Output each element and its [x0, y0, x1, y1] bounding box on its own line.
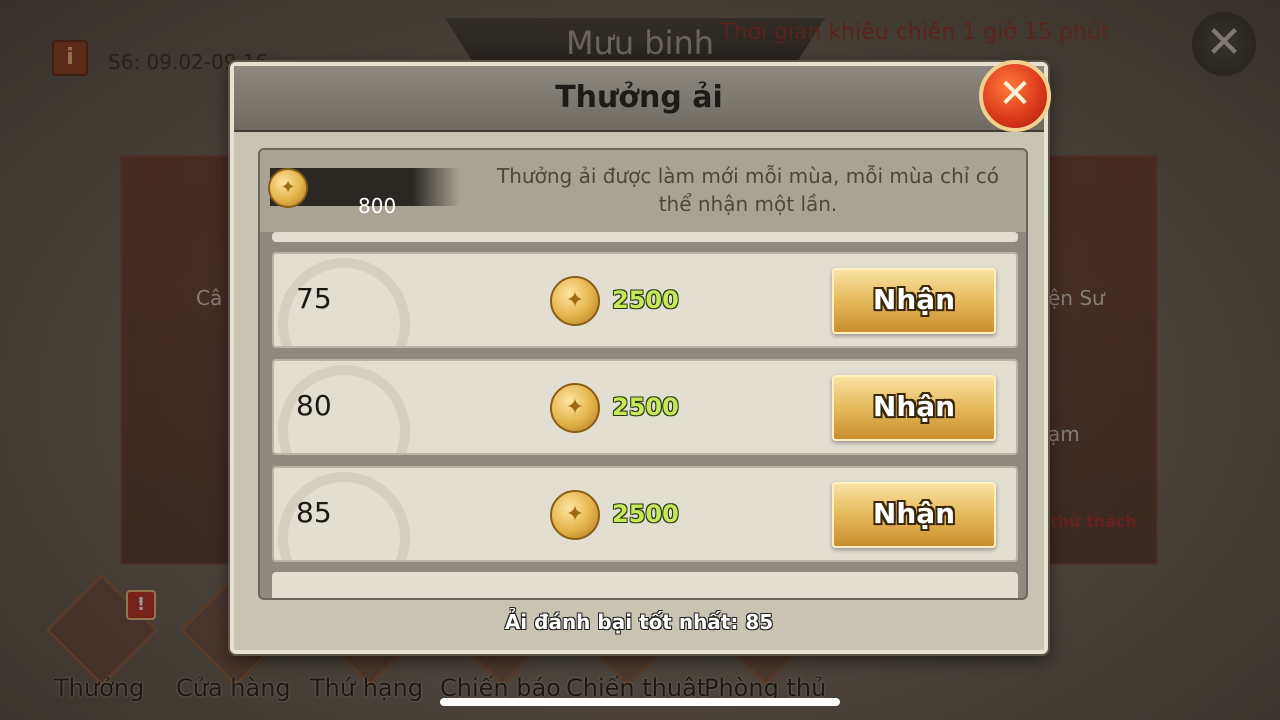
list-item-partial: [272, 232, 1018, 242]
claim-button[interactable]: Nhận: [832, 268, 996, 334]
best-stage-text: Ải đánh bại tốt nhất: 85: [504, 610, 774, 634]
reward-info-text: Thưởng ải được làm mới mỗi mùa, mỗi mùa …: [497, 164, 999, 216]
reward-amount: 2500: [612, 500, 679, 528]
stage-level: 85: [296, 496, 332, 529]
gold-coin-icon: [550, 383, 600, 433]
claim-button[interactable]: Nhận: [832, 482, 996, 548]
reward-row: 80 2500 Nhận: [272, 359, 1018, 455]
home-indicator[interactable]: [440, 698, 840, 706]
currency-value: 800: [358, 194, 397, 218]
gold-coin-icon: [550, 276, 600, 326]
close-x-icon[interactable]: ✕: [979, 60, 1051, 132]
dialog-header: Thưởng ải: [234, 66, 1044, 132]
gold-coin-icon: [268, 168, 308, 208]
reward-list[interactable]: 75 2500 Nhận 80 2500 Nhận 85 2500 Nhận: [272, 232, 1018, 598]
stage-reward-dialog: Thưởng ải ✕ 800 Thưởng ải được làm mới m…: [230, 60, 1051, 654]
stage-level: 75: [296, 282, 332, 315]
list-item-partial: [272, 572, 1018, 598]
reward-amount: 2500: [612, 286, 679, 314]
reward-row: 85 2500 Nhận: [272, 466, 1018, 562]
info-bar: 800 Thưởng ải được làm mới mỗi mùa, mỗi …: [260, 150, 1026, 232]
stage-level: 80: [296, 389, 332, 422]
gold-coin-icon: [550, 490, 600, 540]
dialog-title: Thưởng ải: [555, 80, 723, 115]
reward-row: 75 2500 Nhận: [272, 252, 1018, 348]
reward-amount: 2500: [612, 393, 679, 421]
claim-button[interactable]: Nhận: [832, 375, 996, 441]
dialog-content: 800 Thưởng ải được làm mới mỗi mùa, mỗi …: [258, 148, 1028, 600]
